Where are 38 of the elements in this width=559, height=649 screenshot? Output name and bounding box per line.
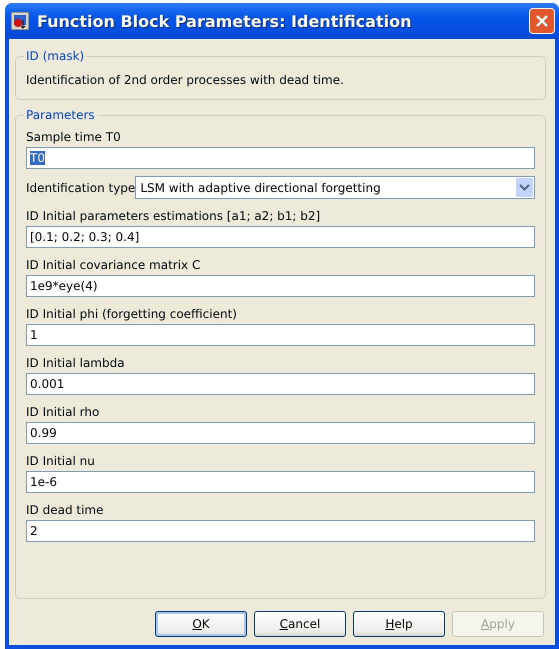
field-label: Sample time T0	[26, 130, 122, 144]
field-value: 1	[30, 328, 38, 342]
field-value: 0.001	[30, 377, 64, 391]
dropdown-value: LSM with adaptive directional forgetting	[140, 180, 381, 194]
block-icon	[11, 12, 29, 30]
input-field[interactable]: 1e-6	[26, 471, 535, 493]
field-value: 0.99	[30, 426, 57, 440]
field-value: 1e-6	[30, 475, 57, 489]
field-label: ID Initial phi (forgetting coefficient)	[26, 307, 238, 321]
dialog-button[interactable]: Help	[353, 611, 445, 637]
input-field[interactable]: 1e9*eye(4)	[26, 275, 535, 297]
field-label: ID Initial lambda	[26, 356, 126, 370]
field-value: T0	[30, 151, 45, 165]
dropdown[interactable]: LSM with adaptive directional forgetting	[135, 176, 535, 199]
group-title: ID (mask)	[25, 49, 86, 63]
input-field[interactable]: 1	[26, 324, 535, 346]
dialog-button[interactable]: OK	[155, 611, 247, 637]
dialog-button[interactable]: Cancel	[254, 611, 346, 637]
field-label: ID Initial rho	[26, 405, 100, 419]
description-text: Identification of 2nd order processes with dead time.	[26, 72, 345, 89]
field-label: ID Initial covariance matrix C	[26, 258, 202, 272]
input-field[interactable]: 0.99	[26, 422, 535, 444]
input-field[interactable]: 0.001	[26, 373, 535, 395]
input-field[interactable]: [0.1; 0.2; 0.3; 0.4]	[26, 226, 535, 248]
close-icon	[535, 14, 549, 28]
field-value: 2	[30, 524, 38, 538]
field-value: [0.1; 0.2; 0.3; 0.4]	[30, 230, 140, 244]
field-label: ID Initial parameters estimations [a1; a2; b1; b2]	[26, 209, 322, 223]
input-field[interactable]: 2	[26, 520, 535, 542]
input-field[interactable]: T0	[26, 147, 535, 169]
group-title: Parameters	[25, 108, 96, 122]
field-value: 1e9*eye(4)	[30, 279, 98, 293]
field-label: ID Initial nu	[26, 454, 96, 468]
close-button[interactable]	[529, 8, 555, 34]
field-label: Identification type	[26, 180, 136, 194]
chevron-down-icon	[516, 178, 533, 197]
field-label: ID dead time	[26, 503, 104, 517]
window-title: Function Block Parameters: Identification	[37, 12, 412, 30]
